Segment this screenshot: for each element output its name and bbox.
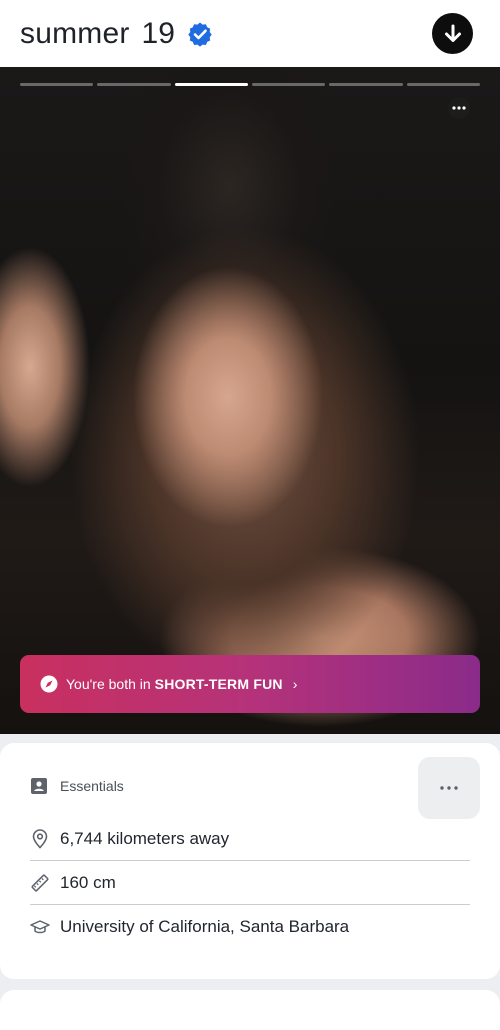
profile-header: summer 19 [0,0,500,67]
relationship-intent-banner[interactable]: You're both in SHORT-TERM FUN › [20,655,480,713]
essentials-options-button[interactable] [418,757,480,819]
photo-progress-segment [97,83,171,86]
photo-progress-segment [406,83,480,86]
compass-icon [40,675,58,693]
photo-progress-segment [329,83,403,86]
verified-badge-icon [187,21,213,47]
essentials-item-distance: 6,744 kilometers away [30,817,470,861]
photo-options-button[interactable] [448,97,470,119]
intent-prefix-text: You're both in [66,676,151,692]
profile-name: summer [20,16,130,50]
height-text: 160 cm [60,872,116,892]
ruler-icon [30,873,50,893]
photo-progress-segment [20,83,94,86]
intent-label: SHORT-TERM FUN [154,676,283,692]
essentials-item-height: 160 cm [30,861,470,905]
profile-age: 19 [141,16,175,50]
photo-progress-indicator [20,83,480,87]
chevron-right-icon: › [292,676,298,692]
essentials-item-school: University of California, Santa Barbara [30,905,470,949]
graduation-cap-icon [30,917,50,937]
more-dots-icon [440,786,458,790]
photo-progress-segment [251,83,326,86]
download-button[interactable] [432,13,473,54]
photo-progress-segment-active [174,83,248,86]
essentials-header: Essentials [30,777,124,795]
id-card-icon [31,778,47,794]
school-text: University of California, Santa Barbara [60,917,350,936]
essentials-title: Essentials [60,778,124,794]
more-dots-icon [452,106,466,110]
next-section-card [0,990,500,1030]
distance-text: 6,744 kilometers away [60,828,230,848]
profile-photo[interactable]: You're both in SHORT-TERM FUN › [0,67,500,734]
essentials-card: Essentials 6,744 kilometers away 160 cm [0,743,500,979]
arrow-down-icon [444,24,461,42]
location-pin-icon [30,828,50,849]
